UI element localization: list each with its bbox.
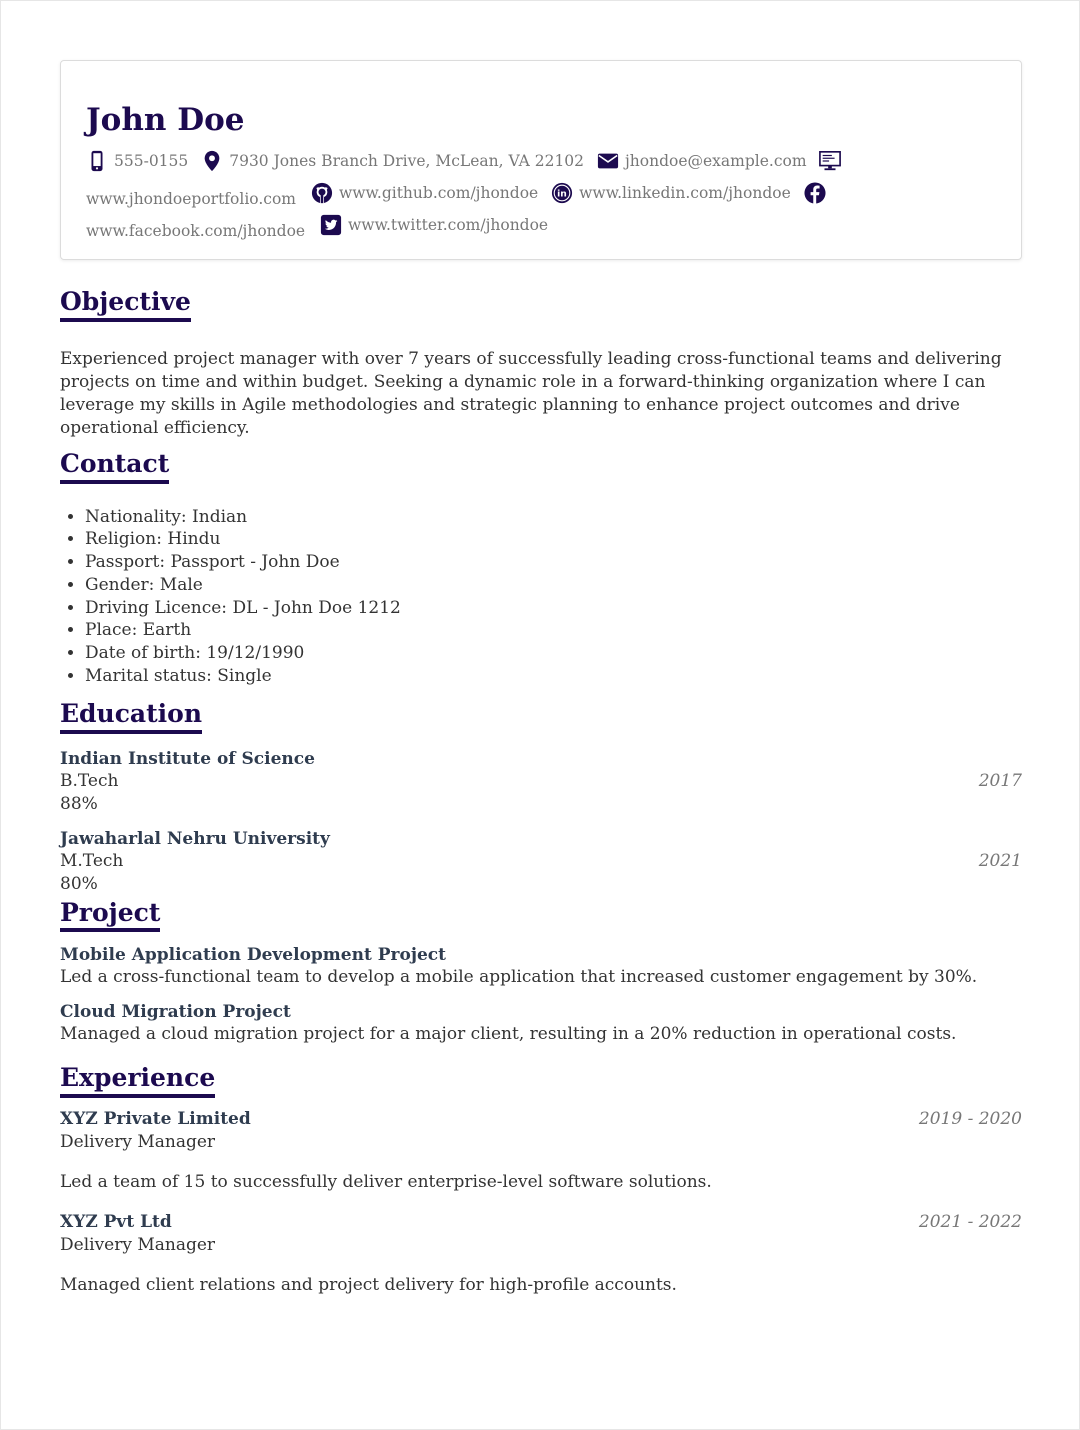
objective-section: Objective Experienced project manager wi… <box>60 287 1022 440</box>
list-item: Nationality: Indian <box>85 506 1022 529</box>
svg-text:in: in <box>557 189 567 200</box>
portfolio-text[interactable]: www.jhondoeportfolio.com <box>86 190 296 208</box>
job-role: Delivery Manager <box>60 1235 216 1256</box>
list-item: Date of birth: 19/12/1990 <box>85 642 1022 665</box>
github-text: www.github.com/jhondoe <box>338 184 539 202</box>
degree: M.Tech <box>60 850 124 871</box>
facebook-text[interactable]: www.facebook.com/jhondoe <box>86 222 305 240</box>
linkedin-item[interactable]: in www.linkedin.com/jhondoe <box>551 180 791 206</box>
project-description: Managed a cloud migration project for a … <box>60 1024 957 1045</box>
twitter-icon <box>320 214 342 236</box>
experience-heading: Experience <box>60 1064 216 1099</box>
contact-list: Nationality: Indian Religion: Hindu Pass… <box>60 506 1022 688</box>
list-item: Marital status: Single <box>85 665 1022 688</box>
mobile-phone-icon <box>91 150 103 172</box>
employment-dates: 2019 - 2020 <box>918 1109 1022 1130</box>
email-text: jhondoe@example.com <box>624 152 807 170</box>
list-item: Place: Earth <box>85 619 1022 642</box>
project-entry: Mobile Application Development Project L… <box>60 944 1022 989</box>
envelope-icon <box>597 153 619 169</box>
education-entry: Indian Institute of Science B.Tech 2017 … <box>60 748 1022 816</box>
twitter-item[interactable]: www.twitter.com/jhondoe <box>320 212 548 238</box>
project-name: Cloud Migration Project <box>60 1002 291 1023</box>
project-name: Mobile Application Development Project <box>60 945 446 966</box>
github-item[interactable]: www.github.com/jhondoe <box>311 180 538 206</box>
experience-section: Experience XYZ Private Limited 2019 - 20… <box>60 1064 1022 1297</box>
experience-entry: XYZ Private Limited 2019 - 2020 Delivery… <box>60 1108 1022 1194</box>
github-icon <box>311 182 333 204</box>
resume-page: John Doe 555-0155 7930 Jones Branch Driv… <box>60 60 1022 1297</box>
contact-section: Contact Nationality: Indian Religion: Hi… <box>60 449 1022 688</box>
score: 88% <box>60 793 98 814</box>
twitter-text: www.twitter.com/jhondoe <box>348 216 549 234</box>
header-card: John Doe 555-0155 7930 Jones Branch Driv… <box>60 60 1022 260</box>
job-role: Delivery Manager <box>60 1132 216 1153</box>
address-item[interactable]: 7930 Jones Branch Drive, McLean, VA 2210… <box>201 148 584 174</box>
facebook-icon <box>804 182 826 204</box>
experience-entry: XYZ Pvt Ltd 2021 - 2022 Delivery Manager… <box>60 1211 1022 1297</box>
contact-links: 555-0155 7930 Jones Branch Drive, McLean… <box>86 148 996 244</box>
project-entry: Cloud Migration Project Managed a cloud … <box>60 1001 1022 1046</box>
phone-item[interactable]: 555-0155 <box>86 148 188 174</box>
company-name: XYZ Private Limited <box>60 1109 251 1130</box>
project-section: Project Mobile Application Development P… <box>60 898 1022 1047</box>
list-item: Driving Licence: DL - John Doe 1212 <box>85 597 1022 620</box>
education-heading: Education <box>60 699 203 734</box>
facebook-icon-wrap[interactable] <box>804 182 832 204</box>
score: 80% <box>60 873 98 894</box>
linkedin-text: www.linkedin.com/jhondoe <box>579 184 791 202</box>
address-text: 7930 Jones Branch Drive, McLean, VA 2210… <box>229 152 585 170</box>
degree: B.Tech <box>60 770 119 791</box>
job-description: Managed client relations and project del… <box>60 1275 677 1296</box>
phone-text: 555-0155 <box>114 152 189 170</box>
monitor-icon <box>819 151 842 171</box>
graduation-year: 2017 <box>978 770 1022 791</box>
list-item: Passport: Passport - John Doe <box>85 551 1022 574</box>
school-name: Jawaharlal Nehru University <box>60 828 330 849</box>
contact-heading: Contact <box>60 449 170 484</box>
list-item: Religion: Hindu <box>85 528 1022 551</box>
email-item[interactable]: jhondoe@example.com <box>597 148 807 174</box>
employment-dates: 2021 - 2022 <box>918 1212 1022 1233</box>
company-name: XYZ Pvt Ltd <box>60 1212 172 1233</box>
list-item: Gender: Male <box>85 574 1022 597</box>
education-entry: Jawaharlal Nehru University M.Tech 2021 … <box>60 828 1022 896</box>
project-heading: Project <box>60 898 161 933</box>
project-description: Led a cross-functional team to develop a… <box>60 967 978 988</box>
linkedin-icon: in <box>552 182 573 204</box>
objective-text: Experienced project manager with over 7 … <box>60 348 1002 438</box>
map-marker-icon <box>204 150 220 172</box>
portfolio-icon-wrap[interactable] <box>819 150 847 172</box>
job-description: Led a team of 15 to successfully deliver… <box>60 1172 712 1193</box>
objective-heading: Objective <box>60 287 191 322</box>
education-section: Education Indian Institute of Science B.… <box>60 699 1022 896</box>
school-name: Indian Institute of Science <box>60 748 315 769</box>
graduation-year: 2021 <box>978 850 1022 871</box>
candidate-name: John Doe <box>86 102 245 138</box>
